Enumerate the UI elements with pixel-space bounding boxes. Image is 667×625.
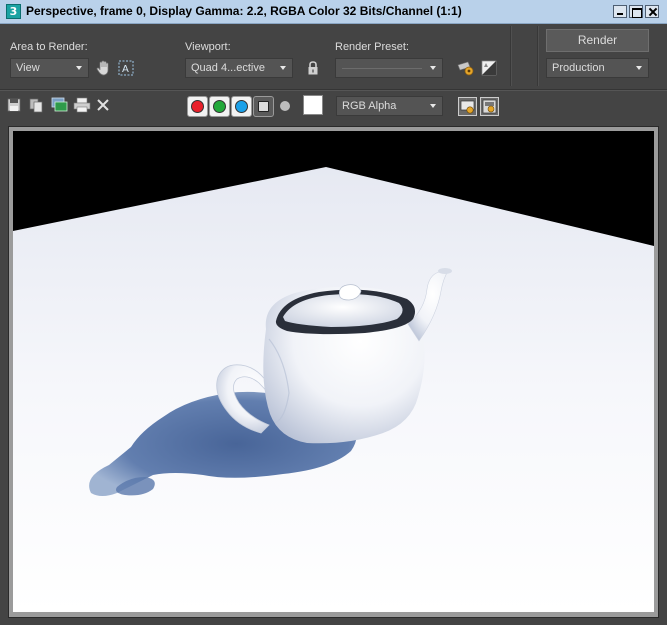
red-channel-toggle[interactable] bbox=[187, 96, 208, 117]
toolbar-divider bbox=[0, 89, 667, 91]
chevron-down-icon bbox=[430, 66, 436, 70]
viewport-value: Quad 4...ective bbox=[191, 62, 265, 74]
red-channel-icon bbox=[191, 100, 204, 113]
window-title: Perspective, frame 0, Display Gamma: 2.2… bbox=[26, 4, 462, 18]
blue-channel-icon bbox=[235, 100, 248, 113]
app-icon: 3 bbox=[6, 4, 21, 19]
render-preset-dropdown[interactable] bbox=[335, 58, 443, 78]
green-channel-toggle[interactable] bbox=[209, 96, 230, 117]
render-button[interactable]: Render bbox=[546, 29, 649, 52]
chevron-down-icon bbox=[636, 66, 642, 70]
area-to-render-value: View bbox=[16, 62, 40, 74]
maximize-button[interactable] bbox=[629, 5, 643, 18]
rendered-teapot-image bbox=[13, 131, 654, 612]
display-toggle-icon[interactable] bbox=[458, 97, 477, 116]
title-bar: 3 Perspective, frame 0, Display Gamma: 2… bbox=[0, 0, 667, 24]
panel-divider bbox=[537, 26, 539, 86]
render-preset-label: Render Preset: bbox=[335, 41, 409, 53]
clone-frame-buffer-icon[interactable] bbox=[51, 97, 69, 115]
blue-channel-toggle[interactable] bbox=[231, 96, 252, 117]
alpha-channel-toggle[interactable] bbox=[253, 96, 274, 117]
hand-pan-icon[interactable] bbox=[95, 59, 113, 77]
viewport-label: Viewport: bbox=[185, 41, 231, 53]
panel-divider bbox=[510, 26, 512, 86]
pixel-info-icon[interactable] bbox=[480, 97, 499, 116]
auto-region-select-icon[interactable]: A bbox=[117, 59, 135, 77]
render-setup-icon[interactable] bbox=[456, 59, 474, 77]
frame-buffer-toolbar bbox=[0, 92, 667, 122]
chevron-down-icon bbox=[430, 104, 436, 108]
area-to-render-label: Area to Render: bbox=[10, 41, 88, 53]
chevron-down-icon bbox=[76, 66, 82, 70]
render-mode-dropdown[interactable]: Production bbox=[546, 58, 649, 78]
color-swatch[interactable] bbox=[303, 95, 323, 115]
rendered-image-viewport[interactable] bbox=[13, 131, 654, 612]
minimize-button[interactable] bbox=[613, 5, 627, 18]
channel-display-value: RGB Alpha bbox=[342, 100, 397, 112]
copy-image-icon[interactable] bbox=[28, 97, 46, 115]
area-to-render-dropdown[interactable]: View bbox=[10, 58, 89, 78]
environment-effects-icon[interactable] bbox=[480, 59, 498, 77]
save-image-icon[interactable] bbox=[6, 97, 24, 115]
svg-text:A: A bbox=[122, 64, 129, 75]
monochrome-icon[interactable] bbox=[280, 101, 290, 111]
channel-display-dropdown[interactable]: RGB Alpha bbox=[336, 96, 443, 116]
print-icon[interactable] bbox=[73, 97, 91, 115]
lock-icon[interactable] bbox=[304, 59, 322, 77]
clear-icon[interactable] bbox=[95, 97, 113, 115]
viewport-dropdown[interactable]: Quad 4...ective bbox=[185, 58, 293, 78]
close-button[interactable] bbox=[645, 5, 659, 18]
green-channel-icon bbox=[213, 100, 226, 113]
render-mode-value: Production bbox=[552, 62, 605, 74]
chevron-down-icon bbox=[280, 66, 286, 70]
alpha-channel-icon bbox=[258, 101, 269, 112]
